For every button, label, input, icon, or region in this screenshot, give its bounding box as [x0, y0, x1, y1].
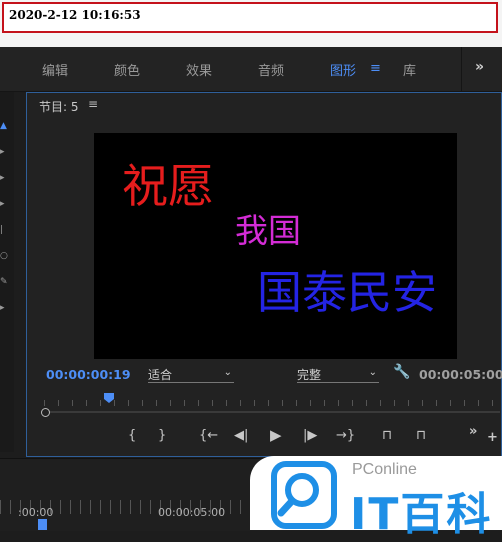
more-controls-icon[interactable]: » — [469, 424, 477, 439]
timestamp-text: 2020-2-12 10:16:53 — [9, 8, 141, 22]
workspace-tab-bar: 编辑 颜色 效果 音频 图形 ≡ 库 » — [0, 47, 502, 92]
mark-out-button[interactable]: } — [158, 428, 166, 443]
timeline-playhead[interactable] — [38, 519, 47, 530]
extract-button[interactable]: ⊓ — [416, 428, 426, 443]
hand-tool-icon[interactable]: ✎ — [0, 278, 10, 287]
title-text-line-1[interactable]: 祝愿 — [122, 150, 214, 216]
tab-library[interactable]: 库 — [403, 60, 416, 79]
playback-resolution-value: 完整 — [297, 368, 322, 382]
tab-divider — [461, 47, 462, 91]
settings-wrench-icon[interactable]: 🔧 — [393, 364, 410, 380]
step-forward-button[interactable]: |▶ — [303, 428, 317, 443]
tab-edit[interactable]: 编辑 — [42, 60, 68, 79]
zoom-level-dropdown[interactable]: 适合 ⌄ — [148, 366, 234, 383]
pconline-logo-icon — [271, 461, 337, 529]
track-select-tool-icon[interactable]: ▸ — [0, 148, 10, 157]
tab-audio[interactable]: 音频 — [258, 60, 284, 79]
razor-tool-icon[interactable]: ▸ — [0, 200, 10, 209]
zoom-level-value: 适合 — [148, 368, 173, 382]
selection-tool-icon[interactable]: ▲ — [0, 122, 10, 131]
watermark-brand: PConline — [352, 461, 417, 478]
chevron-down-icon: ⌄ — [368, 367, 377, 378]
add-button-icon[interactable]: + — [487, 430, 498, 445]
play-button[interactable]: ▶ — [270, 426, 282, 444]
total-duration-timecode: 00:00:05:00 — [419, 367, 502, 382]
title-text-line-2[interactable]: 我国 — [235, 204, 301, 252]
chevron-down-icon: ⌄ — [223, 367, 232, 378]
pen-tool-icon[interactable]: ○ — [0, 252, 10, 261]
zoom-scrollbar[interactable] — [50, 411, 500, 413]
zoom-scrollbar-handle[interactable] — [41, 408, 50, 417]
current-timecode[interactable]: 00:00:00:19 — [46, 367, 131, 382]
program-monitor-title: 节目: 5 — [39, 100, 79, 114]
go-to-out-button[interactable]: →} — [336, 428, 355, 443]
more-workspaces-icon[interactable]: » — [475, 59, 484, 75]
lift-button[interactable]: ⊓ — [382, 428, 392, 443]
tools-panel: ▲ ▸ ▸ ▸ | ○ ✎ ▸ — [0, 92, 14, 452]
tab-color[interactable]: 颜色 — [114, 60, 140, 79]
tab-menu-icon[interactable]: ≡ — [370, 61, 381, 76]
tab-effects[interactable]: 效果 — [186, 60, 212, 79]
title-text-line-3[interactable]: 国泰民安 — [257, 256, 437, 321]
watermark-name: IT百科 — [350, 489, 493, 540]
slip-tool-icon[interactable]: | — [0, 226, 10, 235]
timeline-label-mid: 00:00:05:00 — [158, 506, 226, 519]
mark-in-button[interactable]: { — [128, 428, 136, 443]
tab-graphics[interactable]: 图形 — [330, 60, 356, 79]
playback-resolution-dropdown[interactable]: 完整 ⌄ — [297, 366, 379, 383]
type-tool-icon[interactable]: ▸ — [0, 304, 10, 313]
timeline-label-start: :00:00 — [18, 506, 54, 519]
ripple-edit-tool-icon[interactable]: ▸ — [0, 174, 10, 183]
panel-menu-icon[interactable]: ≡ — [88, 97, 98, 111]
go-to-in-button[interactable]: {← — [199, 428, 218, 443]
step-back-button[interactable]: ◀| — [234, 428, 248, 443]
